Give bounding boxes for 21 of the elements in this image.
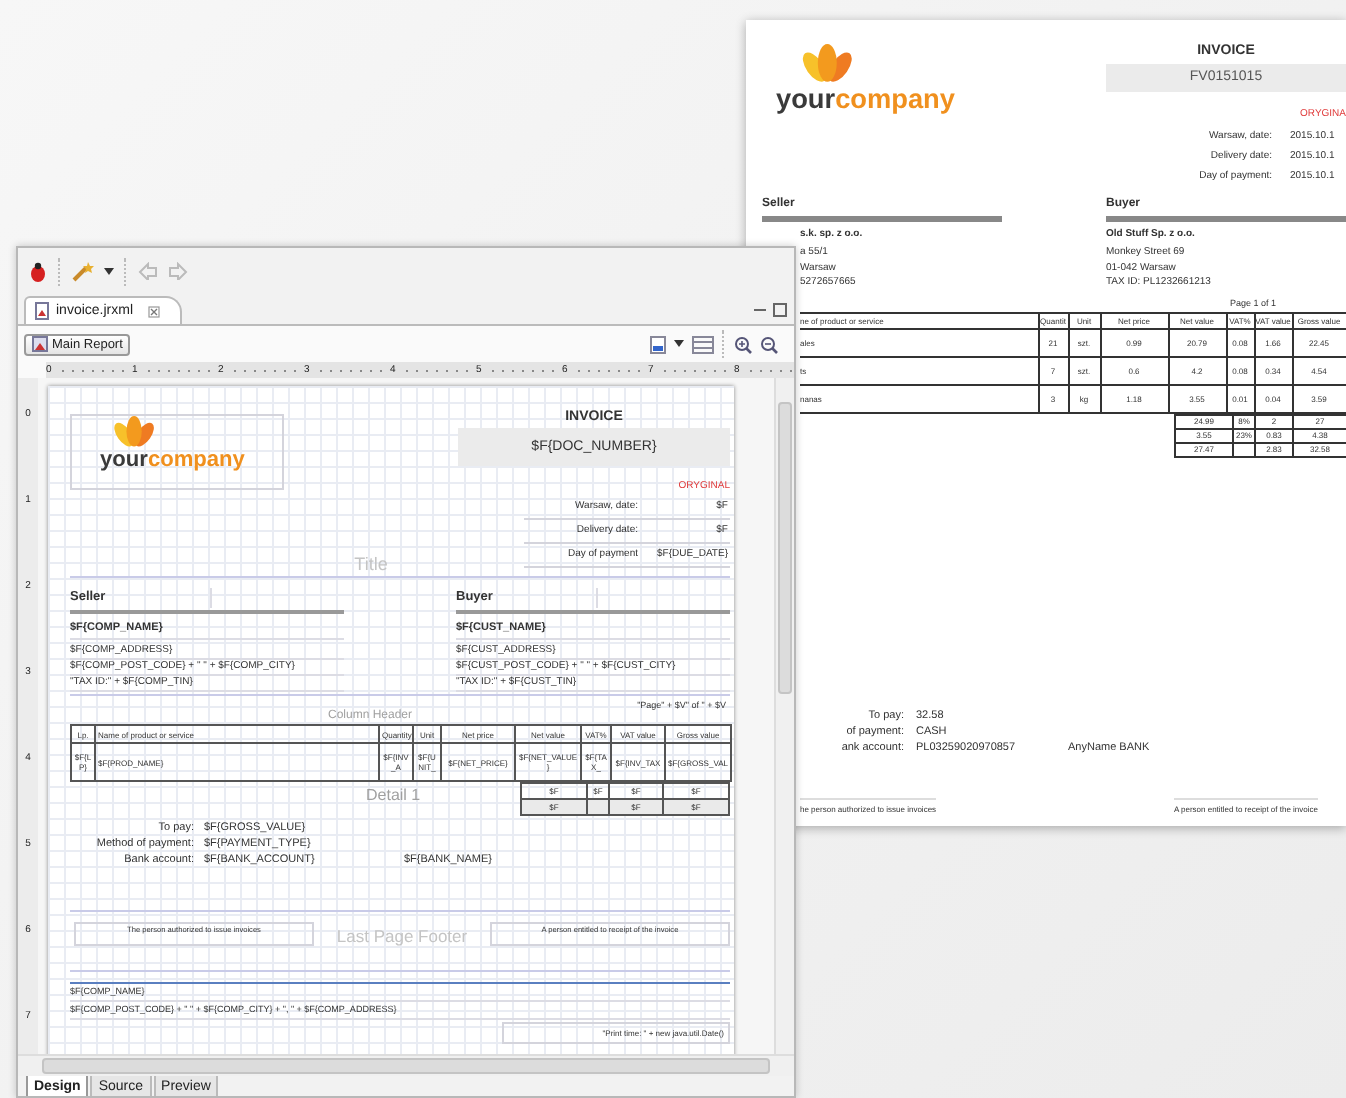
zoom-out-icon[interactable]	[760, 335, 778, 353]
close-icon[interactable]	[147, 305, 160, 317]
horizontal-scrollbar[interactable]	[18, 1054, 794, 1076]
caret-icon[interactable]	[674, 340, 684, 348]
band-label: Title	[354, 554, 388, 574]
report-file-icon	[34, 302, 50, 320]
logo-wordmark: yourcompany	[100, 450, 245, 473]
flower-logo-icon	[800, 44, 855, 86]
maximize-icon[interactable]	[772, 301, 788, 317]
layout-icon[interactable]	[692, 335, 714, 353]
wand-icon[interactable]	[72, 261, 94, 281]
band-label: Detail 1	[366, 786, 421, 804]
caret-icon[interactable]	[104, 267, 114, 275]
flower-logo-icon	[112, 416, 157, 450]
report-icon	[32, 336, 48, 352]
bug-icon[interactable]	[28, 261, 48, 281]
vertical-scrollbar[interactable]	[774, 378, 794, 1054]
export-icon[interactable]	[650, 335, 666, 353]
zoom-in-icon[interactable]	[734, 335, 752, 353]
logo-wordmark: yourcompany	[776, 86, 957, 114]
band-label: Last Page Footer	[334, 926, 470, 946]
